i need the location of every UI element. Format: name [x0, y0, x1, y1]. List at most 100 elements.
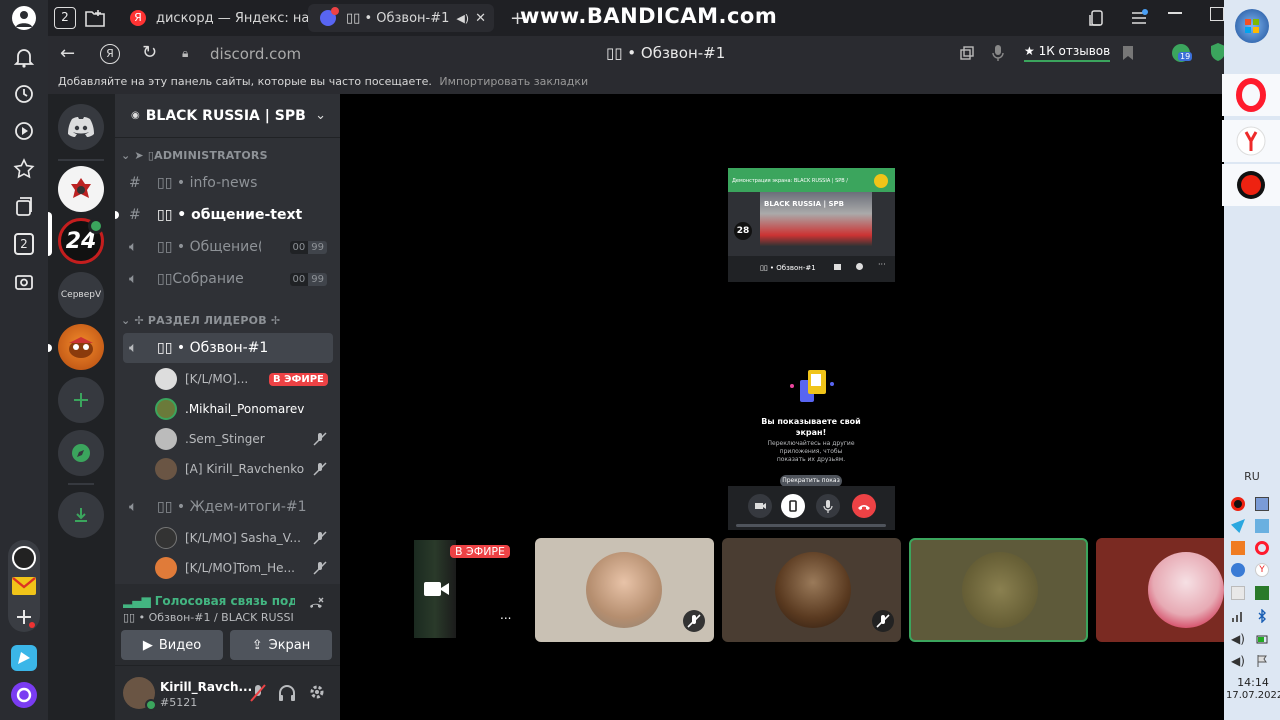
- tray-yandex-icon[interactable]: Y: [1255, 563, 1269, 577]
- tray-flag-icon[interactable]: [1255, 654, 1269, 668]
- category-administrators[interactable]: ⌄ ➤ ▯ADMINISTRATORS: [121, 149, 268, 162]
- download-apps-icon[interactable]: [58, 492, 104, 538]
- messenger-icon[interactable]: [11, 645, 37, 671]
- taskbar-opera-icon[interactable]: [1222, 74, 1280, 116]
- history-icon[interactable]: [12, 82, 36, 106]
- clock-time[interactable]: 14:14: [1226, 676, 1280, 689]
- profile-icon[interactable]: [12, 6, 36, 30]
- explore-servers-icon[interactable]: [58, 430, 104, 476]
- tray-window-icon[interactable]: [1255, 497, 1269, 511]
- tab-close-icon[interactable]: ✕: [475, 11, 486, 26]
- start-button-icon[interactable]: [1235, 9, 1269, 43]
- tab-counter[interactable]: 2: [54, 7, 76, 29]
- mic-toggle-icon[interactable]: [816, 494, 840, 518]
- voice-user[interactable]: [K/L/MO]... В ЭФИРЕ: [155, 365, 331, 393]
- channel-sobranie[interactable]: 🔈︎ ▯▯Собрание 00 99: [123, 264, 333, 294]
- channel-zhdem-itogi-1[interactable]: 🔈︎ ▯▯ • Ждем-итоги-#1: [123, 492, 333, 522]
- tray-speaker-icon[interactable]: ◀): [1231, 654, 1245, 668]
- extension-icon[interactable]: 19: [1170, 42, 1193, 64]
- alice-icon[interactable]: [11, 682, 37, 708]
- participant-tile[interactable]: [722, 538, 901, 642]
- maximize-icon[interactable]: [1210, 7, 1224, 21]
- discord-home-icon[interactable]: [58, 104, 104, 150]
- tab-sound-icon[interactable]: ◀): [456, 12, 469, 25]
- yandex-home-icon[interactable]: Я: [100, 44, 120, 64]
- tray-app-icon[interactable]: [1231, 541, 1245, 555]
- add-app-icon[interactable]: [12, 605, 36, 629]
- disconnect-icon[interactable]: [307, 596, 325, 614]
- headphones-icon[interactable]: [278, 684, 296, 702]
- play-icon[interactable]: [12, 119, 36, 143]
- tabs-count-badge[interactable]: 2: [14, 233, 34, 255]
- voice-user[interactable]: [A] Kirill_Ravchenko: [155, 455, 331, 483]
- server-header[interactable]: ◉ BLACK RUSSIA | SPB ⌄: [115, 94, 340, 138]
- tray-signal-icon[interactable]: [1231, 609, 1245, 623]
- participant-tile[interactable]: [535, 538, 714, 642]
- screen-share-button[interactable]: ⇪ Экран: [230, 630, 332, 660]
- language-indicator[interactable]: RU: [1226, 470, 1278, 483]
- voice-user[interactable]: .Mikhail_Ponomarev: [155, 395, 331, 423]
- participant-tile-speaking[interactable]: [909, 538, 1088, 642]
- minimize-icon[interactable]: [1168, 12, 1182, 14]
- url-field[interactable]: 🔒︎ discord.com: [178, 41, 858, 67]
- reviews-button[interactable]: ★ 1К отзывов: [1024, 44, 1111, 62]
- user-name: .Mikhail_Ponomarev: [185, 402, 305, 416]
- tray-volume-icon[interactable]: ◀): [1231, 632, 1245, 646]
- tray-globe-icon[interactable]: [1231, 563, 1245, 577]
- voice-user[interactable]: .Sem_Stinger: [155, 425, 331, 453]
- menu-icon[interactable]: [1130, 9, 1148, 27]
- voice-user[interactable]: [K/L/MO] Sasha_V...: [155, 524, 331, 552]
- tray-pause-icon[interactable]: [1231, 586, 1245, 600]
- channel-obzvon-1[interactable]: 🔈︎ ▯▯ • Обзвон-#1: [123, 333, 333, 363]
- new-tab-group-icon[interactable]: [84, 8, 106, 28]
- clock-date[interactable]: 17.07.2022: [1226, 690, 1280, 701]
- tray-bluetooth-icon[interactable]: [1255, 609, 1269, 623]
- hangup-icon[interactable]: [852, 494, 876, 518]
- tray-battery-icon[interactable]: [1255, 632, 1269, 646]
- server-avatar-icon[interactable]: [58, 324, 104, 370]
- collections-icon[interactable]: [12, 195, 36, 219]
- server-serverv[interactable]: СерверV: [58, 272, 104, 318]
- tray-opera-icon[interactable]: [1255, 541, 1269, 555]
- tab-discord[interactable]: ▯▯ • Обзвон-#1 ◀) ✕: [308, 4, 494, 32]
- alice-circle-icon[interactable]: [12, 546, 36, 570]
- category-label: ✢ РАЗДЕЛ ЛИДЕРОВ ✢: [134, 314, 281, 327]
- tray-nvidia-icon[interactable]: [1255, 586, 1269, 600]
- downloads-icon[interactable]: [1088, 9, 1106, 27]
- bell-icon[interactable]: [12, 45, 36, 69]
- channel-obshchenie-voice[interactable]: 🔈︎ ▯▯ • Общение(... 00 99: [123, 232, 333, 262]
- voice-user[interactable]: [K/L/MO]Tom_He...: [155, 554, 331, 582]
- star-icon[interactable]: [12, 157, 36, 181]
- video-button[interactable]: ▶︎ Видео: [121, 630, 223, 660]
- channel-info-news[interactable]: # ▯▯ • info-news: [123, 168, 333, 198]
- more-options-icon[interactable]: ...: [500, 608, 511, 622]
- tray-bandicam-icon[interactable]: [1231, 497, 1245, 511]
- voice-connected-status[interactable]: ▂▄▆Голосовая связь подключе: [123, 594, 295, 608]
- taskbar-bandicam-icon[interactable]: [1222, 164, 1280, 206]
- category-leaders[interactable]: ⌄ ✢ РАЗДЕЛ ЛИДЕРОВ ✢: [121, 314, 280, 327]
- back-icon[interactable]: ←: [60, 43, 75, 64]
- bookmark-icon[interactable]: [1122, 45, 1134, 61]
- screenshot-icon[interactable]: [12, 270, 36, 294]
- mute-mic-icon[interactable]: [249, 684, 267, 702]
- reload-icon[interactable]: ↻: [142, 42, 157, 63]
- screenshare-toggle-icon[interactable]: [781, 494, 805, 518]
- import-bookmarks-link[interactable]: Импортировать закладки: [439, 75, 588, 88]
- voice-search-icon[interactable]: [992, 44, 1004, 62]
- server-emblem-icon[interactable]: [58, 166, 104, 212]
- channel-obshchenie-text[interactable]: # ▯▯ • общение-text: [123, 200, 333, 230]
- mail-icon[interactable]: [12, 577, 36, 595]
- taskbar-yandex-browser-icon[interactable]: [1222, 120, 1280, 162]
- participant-tile[interactable]: [1096, 538, 1224, 642]
- server-24-icon[interactable]: 24: [58, 218, 104, 264]
- camera-toggle-icon[interactable]: [748, 494, 772, 518]
- settings-gear-icon[interactable]: [308, 683, 326, 701]
- copy-link-icon[interactable]: [960, 46, 974, 60]
- tray-network-icon[interactable]: [1255, 519, 1269, 533]
- tab-yandex-search[interactable]: Я дискорд — Яндекс: нашло: [120, 4, 308, 32]
- add-server-icon[interactable]: [58, 377, 104, 423]
- stream-tile[interactable]: В ЭФИРЕ ...: [350, 538, 524, 642]
- screen-preview[interactable]: Демонстрация экрана: BLACK RUSSIA | SPB …: [728, 168, 895, 282]
- voice-location[interactable]: ▯▯ • Обзвон-#1 / BLACK RUSSIA ...: [123, 611, 293, 624]
- user-avatar[interactable]: [123, 677, 157, 711]
